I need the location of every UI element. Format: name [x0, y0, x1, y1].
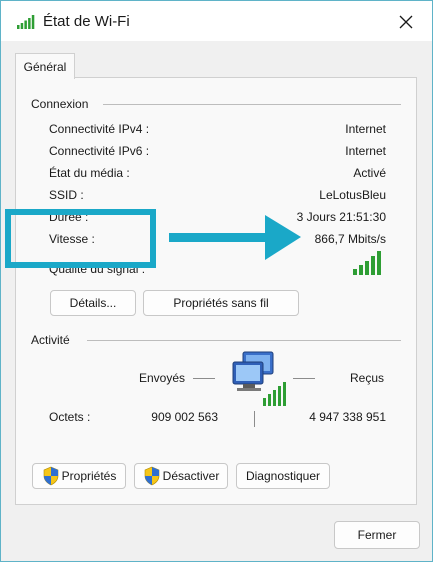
details-button[interactable]: Détails...	[50, 290, 136, 316]
received-bytes-value: 4 947 338 951	[309, 410, 386, 424]
uac-shield-icon	[43, 466, 58, 486]
properties-button[interactable]: Propriétés	[32, 463, 126, 489]
highlight-box	[5, 209, 156, 268]
ipv6-value: Internet	[345, 144, 386, 158]
received-label: Reçus	[350, 371, 385, 385]
activity-divider	[87, 340, 401, 341]
signal-quality-bars-icon	[353, 251, 381, 275]
highlight-arrow-icon	[169, 215, 301, 260]
diagnose-button[interactable]: Diagnostiquer	[236, 463, 330, 489]
sent-bytes-value: 909 002 563	[151, 410, 218, 424]
properties-button-label: Propriétés	[61, 469, 117, 483]
window-title: État de Wi-Fi	[43, 13, 130, 30]
tab-general[interactable]: Général	[15, 53, 75, 79]
activity-group-title: Activité	[31, 333, 70, 347]
media-state-label: État du média :	[49, 166, 130, 180]
title-bar: État de Wi-Fi	[1, 1, 432, 41]
received-connector	[293, 378, 315, 379]
ipv6-label: Connectivité IPv6 :	[49, 144, 150, 158]
wifi-status-window: État de Wi-Fi Général Connexion Connecti…	[0, 0, 433, 562]
disable-button-label: Désactiver	[162, 469, 220, 483]
network-computers-icon	[232, 351, 286, 406]
wireless-properties-button[interactable]: Propriétés sans fil	[143, 290, 299, 316]
close-button[interactable]: Fermer	[334, 521, 420, 549]
activity-separator	[254, 411, 255, 427]
ipv4-value: Internet	[345, 122, 386, 136]
speed-value: 866,7 Mbits/s	[314, 232, 386, 246]
close-icon	[399, 15, 413, 29]
sent-connector	[193, 378, 215, 379]
uac-shield-icon	[144, 466, 159, 486]
disable-button[interactable]: Désactiver	[134, 463, 228, 489]
wifi-signal-icon	[17, 15, 35, 29]
media-state-value: Activé	[353, 166, 386, 180]
duration-value: 3 Jours 21:51:30	[296, 210, 386, 224]
close-window-button[interactable]	[389, 7, 423, 37]
ipv4-label: Connectivité IPv4 :	[49, 122, 150, 136]
connexion-divider	[103, 104, 401, 105]
sent-label: Envoyés	[139, 371, 186, 385]
ssid-label: SSID :	[49, 188, 84, 202]
ssid-value: LeLotusBleu	[319, 188, 386, 202]
octets-label: Octets :	[49, 410, 91, 424]
connexion-group-title: Connexion	[31, 97, 89, 111]
